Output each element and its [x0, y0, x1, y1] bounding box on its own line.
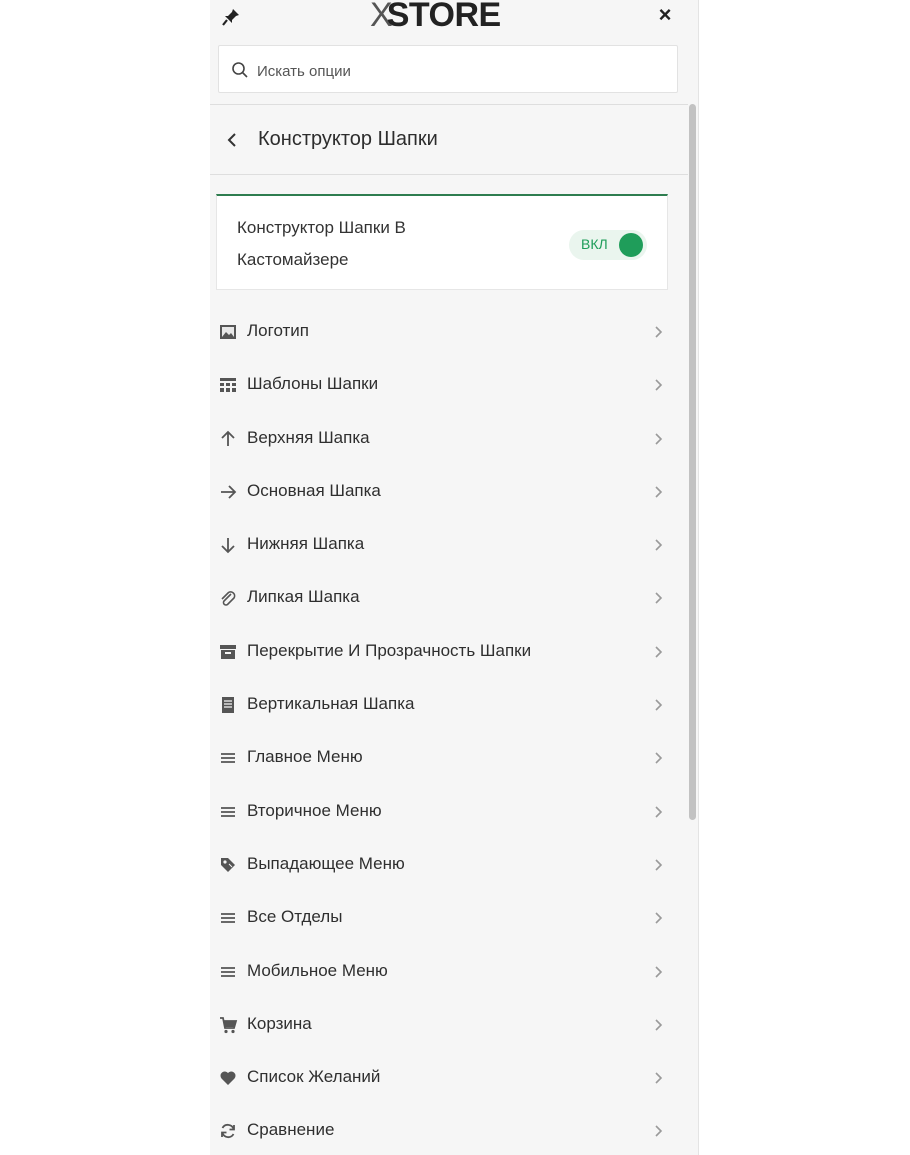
menu-item-label: Все Отделы [247, 907, 343, 927]
toggle-knob [619, 233, 643, 257]
menu-item[interactable]: Выпадающее Меню [210, 839, 688, 892]
menu-item-label: Верхняя Шапка [247, 427, 370, 447]
menu-item-label: Вторичное Меню [247, 800, 382, 820]
menu-item-label: Перекрытие И Прозрачность Шапки [247, 640, 532, 660]
search-icon [231, 61, 249, 79]
menu-item[interactable]: Корзина [210, 999, 688, 1052]
menu-item[interactable]: Вторичное Меню [210, 786, 688, 839]
chevron-right-icon [650, 324, 666, 340]
toggle-label: Конструктор Шапки В Кастомайзере [237, 218, 406, 269]
chevron-right-icon [650, 910, 666, 926]
chevron-right-icon [650, 857, 666, 873]
menu-item-label: Нижняя Шапка [247, 534, 365, 554]
menu-lines-icon [218, 908, 238, 928]
scrollbar-thumb[interactable] [689, 104, 696, 820]
panel-topbar: XSTORE × [210, 0, 698, 38]
menu-item-label: Корзина [247, 1013, 312, 1033]
chevron-right-icon [650, 644, 666, 660]
menu-item[interactable]: Мобильное Меню [210, 946, 688, 999]
menu-item[interactable]: Перекрытие И Прозрачность Шапки [210, 626, 688, 679]
back-button[interactable] [218, 126, 246, 154]
document-icon [218, 695, 238, 715]
chevron-right-icon [650, 484, 666, 500]
menu-item-label: Основная Шапка [247, 480, 381, 500]
chevron-right-icon [650, 697, 666, 713]
menu-item[interactable]: Основная Шапка [210, 466, 688, 519]
menu-item[interactable]: Вертикальная Шапка [210, 679, 688, 732]
menu-item[interactable]: Нижняя Шапка [210, 519, 688, 572]
xstore-logo: XSTORE [370, 0, 501, 34]
cart-icon [218, 1015, 238, 1035]
search-box [218, 45, 678, 93]
chevron-right-icon [650, 377, 666, 393]
close-button[interactable]: × [652, 2, 678, 28]
chevron-right-icon [650, 537, 666, 553]
menu-item[interactable]: Сравнение [210, 1105, 688, 1155]
chevron-right-icon [650, 1070, 666, 1086]
menu-item-label: Мобильное Меню [247, 960, 388, 980]
menu-item[interactable]: Шаблоны Шапки [210, 359, 688, 412]
refresh-icon [218, 1121, 238, 1141]
chevron-left-icon [227, 133, 236, 147]
menu-item-label: Логотип [247, 321, 310, 340]
menu-item-label: Главное Меню [247, 747, 363, 767]
chevron-right-icon [650, 964, 666, 980]
menu-item-label: Липкая Шапка [247, 587, 360, 607]
chevron-right-icon [650, 590, 666, 606]
header-builder-toggle[interactable]: ВКЛ [569, 230, 647, 260]
arrow-up-icon [218, 429, 238, 449]
toggle-state-text: ВКЛ [581, 236, 608, 252]
section-menu: Логотип Шаблоны Шапки Верхняя Шапка Основна… [210, 306, 688, 1155]
heart-icon [218, 1068, 238, 1088]
menu-item[interactable]: Липкая Шапка [210, 572, 688, 625]
templates-icon [218, 375, 238, 395]
arrow-down-icon [218, 535, 238, 555]
scrollbar[interactable] [688, 104, 698, 820]
menu-item-label: Сравнение [247, 1120, 335, 1140]
menu-item-label: Вертикальная Шапка [247, 694, 415, 714]
chevron-right-icon [650, 431, 666, 447]
menu-lines-icon [218, 962, 238, 982]
header-builder-toggle-card: Конструктор Шапки В Кастомайзере ВКЛ [216, 194, 668, 290]
menu-item-label: Шаблоны Шапки [247, 374, 379, 394]
menu-item[interactable]: Логотип [210, 306, 688, 359]
menu-lines-icon [218, 748, 238, 768]
pin-icon[interactable] [220, 6, 242, 28]
search-input[interactable] [255, 58, 659, 84]
tag-icon [218, 855, 238, 875]
menu-item[interactable]: Главное Меню [210, 732, 688, 785]
section-title: Конструктор Шапки [258, 128, 438, 150]
menu-item-label: Выпадающее Меню [247, 853, 405, 873]
paperclip-icon [218, 588, 238, 608]
archive-icon [218, 642, 238, 662]
divider [210, 174, 688, 175]
menu-item[interactable]: Список Желаний [210, 1052, 688, 1105]
chevron-right-icon [650, 1123, 666, 1139]
menu-item[interactable]: Верхняя Шапка [210, 413, 688, 466]
customizer-panel: XSTORE × Конструктор Шапки Конструктор Ш… [210, 0, 699, 1155]
menu-lines-icon [218, 802, 238, 822]
menu-item-label: Список Желаний [247, 1067, 381, 1087]
section-header: Конструктор Шапки [210, 106, 688, 174]
chevron-right-icon [650, 1017, 666, 1033]
divider [210, 104, 688, 105]
chevron-right-icon [650, 804, 666, 820]
arrow-right-icon [218, 482, 238, 502]
image-icon [218, 322, 238, 342]
chevron-right-icon [650, 750, 666, 766]
menu-item[interactable]: Все Отделы [210, 892, 688, 945]
